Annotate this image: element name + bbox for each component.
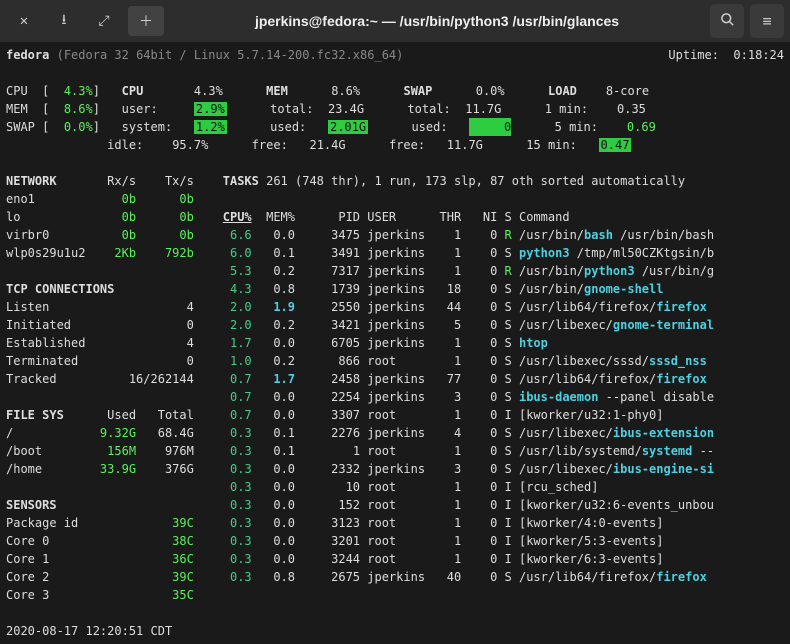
table-row: 0.3 0.0 10 root 1 0 I [rcu_sched] (6, 478, 784, 496)
table-row: wlp0s29u1u2 2Kb 792b 6.0 0.1 3491 jperki… (6, 244, 784, 262)
table-row: 0.7 0.0 2254 jperkins 3 0 S ibus-daemon … (6, 388, 784, 406)
table-row: Core 1 36C 0.3 0.0 3244 root 1 0 I [kwor… (6, 550, 784, 568)
table-row: Tracked 16/262144 0.7 1.7 2458 jperkins … (6, 370, 784, 388)
table-row: FILE SYS Used Total 0.7 0.0 3307 root 1 … (6, 406, 784, 424)
table-row: Core 0 38C 0.3 0.0 3201 root 1 0 I [kwor… (6, 532, 784, 550)
fullscreen-button[interactable]: ⤢ (86, 6, 122, 36)
titlebar: ✕ ⭳ ⤢ ＋ jperkins@fedora:~ — /usr/bin/pyt… (0, 0, 790, 42)
table-row: eno1 0b 0b (6, 190, 784, 208)
table-row: /boot 156M 976M 0.3 0.1 1 root 1 0 S /us… (6, 442, 784, 460)
table-row: /home 33.9G 376G 0.3 0.0 2332 jperkins 3… (6, 460, 784, 478)
footer-timestamp: 2020-08-17 12:20:51 CDT (6, 622, 784, 640)
table-row: Established 4 1.7 0.0 6705 jperkins 1 0 … (6, 334, 784, 352)
table-row: Initiated 0 2.0 0.2 3421 jperkins 5 0 S … (6, 316, 784, 334)
sysinfo: (Fedora 32 64bit / Linux 5.7.14-200.fc32… (57, 48, 404, 62)
new-tab-button[interactable]: ＋ (128, 6, 164, 36)
close-tab-button[interactable]: ✕ (6, 6, 42, 36)
table-row: 5.3 0.2 7317 jperkins 1 0 R /usr/bin/pyt… (6, 262, 784, 280)
search-icon (720, 12, 735, 31)
table-row: virbr0 0b 0b 6.6 0.0 3475 jperkins 1 0 R… (6, 226, 784, 244)
table-row: Core 2 39C 0.3 0.8 2675 jperkins 40 0 S … (6, 568, 784, 586)
table-row: / 9.32G 68.4G 0.3 0.1 2276 jperkins 4 0 … (6, 424, 784, 442)
table-row: NETWORK Rx/s Tx/s TASKS 261 (748 thr), 1… (6, 172, 784, 190)
table-row: SENSORS 0.3 0.0 152 root 1 0 I [kworker/… (6, 496, 784, 514)
table-row: TCP CONNECTIONS 4.3 0.8 1739 jperkins 18… (6, 280, 784, 298)
table-row: Listen 4 2.0 1.9 2550 jperkins 44 0 S /u… (6, 298, 784, 316)
table-row: Terminated 0 1.0 0.2 866 root 1 0 S /usr… (6, 352, 784, 370)
download-button[interactable]: ⭳ (46, 6, 82, 36)
window-title: jperkins@fedora:~ — /usr/bin/python3 /us… (168, 13, 706, 29)
search-button[interactable] (710, 4, 744, 38)
table-row: lo 0b 0b CPU% MEM% PID USER THR NI S Com… (6, 208, 784, 226)
terminal-content: fedora (Fedora 32 64bit / Linux 5.7.14-2… (0, 42, 790, 644)
menu-button[interactable]: ≡ (750, 4, 784, 38)
hamburger-icon: ≡ (762, 12, 771, 30)
table-row: Package id 39C 0.3 0.0 3123 root 1 0 I [… (6, 514, 784, 532)
table-row: Core 3 35C (6, 586, 784, 604)
hostname: fedora (6, 48, 49, 62)
